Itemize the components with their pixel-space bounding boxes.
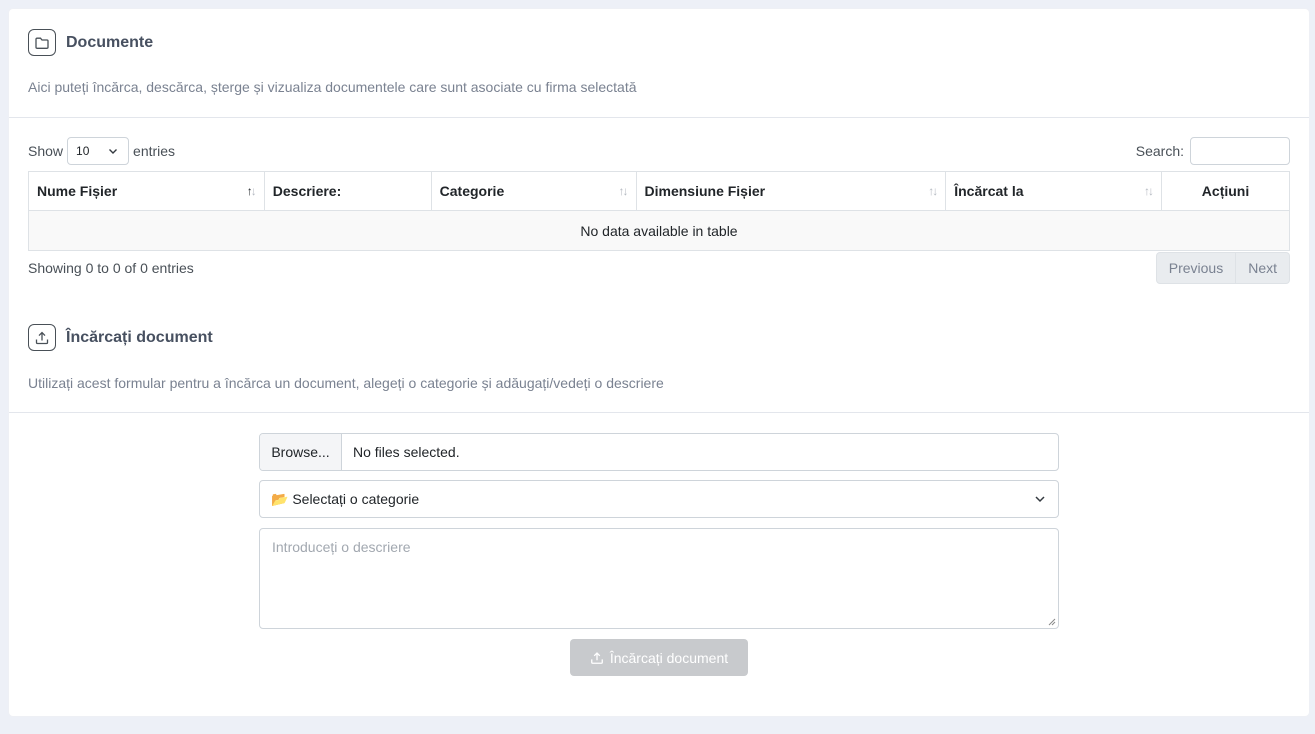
category-select[interactable]: 📂 Selectați o categorie: [259, 480, 1059, 518]
table-footer: Showing 0 to 0 of 0 entries Previous Nex…: [28, 252, 1290, 284]
upload-section: Încărcați document Utilizați acest formu…: [9, 304, 1309, 676]
divider: [9, 412, 1309, 413]
divider: [9, 117, 1309, 118]
empty-table-message: No data available in table: [28, 210, 1290, 251]
folder-icon: [28, 29, 56, 56]
upload-icon: [28, 324, 56, 351]
entries-label: entries: [133, 143, 176, 159]
search-label: Search:: [1135, 143, 1184, 159]
upload-title: Încărcați document: [66, 328, 213, 346]
page-length-select[interactable]: 10: [67, 137, 130, 165]
column-header-uploaded-at[interactable]: Încărcat la ↑↓: [945, 171, 1163, 211]
sort-asc-icon: ↑↓: [246, 184, 257, 198]
show-label: Show: [28, 143, 64, 159]
pagination: Previous Next: [1155, 252, 1290, 284]
upload-submit-button[interactable]: Încărcați document: [570, 639, 748, 676]
browse-button[interactable]: Browse...: [260, 434, 342, 470]
sort-icon: ↑↓: [1144, 184, 1154, 198]
description-placeholder: Introduceți o descriere: [272, 539, 411, 555]
documents-table: Nume Fișier ↑↓ Descriere: Categorie ↑↓ D…: [28, 171, 1290, 251]
main-card: Documente Aici puteți încărca, descărca,…: [9, 9, 1309, 716]
page-length-value: 10: [76, 144, 90, 158]
documents-title: Documente: [66, 33, 154, 51]
documents-header: Documente Aici puteți încărca, descărca,…: [9, 9, 1309, 95]
search-input[interactable]: [1190, 137, 1290, 165]
table-controls: Show 10 entries Search:: [28, 137, 1290, 165]
table-row: No data available in table: [28, 210, 1290, 251]
length-control: Show 10 entries: [28, 137, 175, 165]
file-status: No files selected.: [353, 444, 460, 460]
documents-description: Aici puteți încărca, descărca, șterge și…: [28, 79, 637, 95]
column-header-category[interactable]: Categorie ↑↓: [430, 171, 637, 211]
table-header-row: Nume Fișier ↑↓ Descriere: Categorie ↑↓ D…: [28, 171, 1290, 211]
upload-submit-label: Încărcați document: [609, 649, 729, 666]
column-header-description: Descriere:: [263, 171, 432, 211]
next-button[interactable]: Next: [1236, 252, 1290, 284]
description-textarea[interactable]: Introduceți o descriere: [259, 528, 1059, 629]
sort-icon: ↑↓: [928, 184, 938, 198]
column-header-file-size[interactable]: Dimensiune Fișier ↑↓: [635, 171, 947, 211]
upload-description: Utilizați acest formular pentru a încărc…: [28, 375, 664, 391]
chevron-down-icon: [109, 149, 118, 154]
search-control: Search:: [1136, 137, 1290, 165]
table-info: Showing 0 to 0 of 0 entries: [28, 260, 194, 276]
column-header-file-name[interactable]: Nume Fișier ↑↓: [28, 171, 265, 211]
chevron-down-icon: [1035, 496, 1045, 503]
upload-icon: [590, 651, 603, 664]
file-input[interactable]: Browse... No files selected.: [259, 433, 1059, 471]
upload-header: Încărcați document Utilizați acest formu…: [9, 304, 1309, 391]
previous-button[interactable]: Previous: [1155, 252, 1237, 284]
resize-handle-icon[interactable]: [1048, 618, 1056, 626]
column-header-actions: Acțiuni: [1161, 171, 1290, 211]
sort-icon: ↑↓: [618, 184, 629, 198]
category-select-value: 📂 Selectați o categorie: [271, 490, 420, 507]
